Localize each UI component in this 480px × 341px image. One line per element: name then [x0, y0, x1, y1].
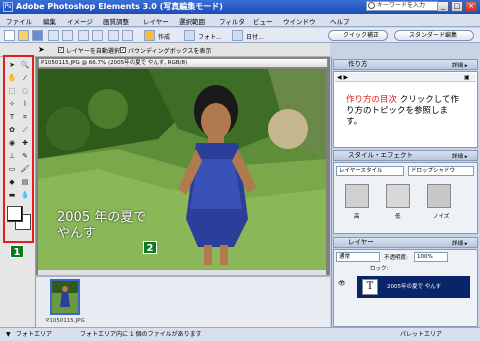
menu-filter[interactable]: フィルタ	[219, 16, 245, 26]
close-button[interactable]: ×	[465, 1, 477, 12]
thumbnail-filename: P1050115.JPG	[46, 318, 85, 324]
menu-window[interactable]: ウインドウ	[283, 16, 316, 26]
create-icon[interactable]	[144, 30, 155, 41]
effects-subcategory-select[interactable]: ドロップシャドウ	[408, 166, 474, 176]
lock-label: ロック:	[370, 266, 389, 272]
menu-help[interactable]: ヘルプ	[330, 16, 350, 26]
photo-label[interactable]: フォト...	[198, 32, 222, 41]
effect-label-noise: ノイズ	[433, 214, 450, 220]
toolbox-highlight	[3, 55, 34, 243]
back-arrow-icon[interactable]: ◀ ▶	[337, 74, 348, 81]
save-icon[interactable]	[32, 30, 43, 41]
bounding-box-checkbox[interactable]: ✓	[120, 47, 126, 53]
file-browser-icon[interactable]	[108, 30, 119, 41]
thumbnail-image	[52, 281, 78, 313]
photo-area-toggle[interactable]: フォトエリア	[16, 328, 52, 341]
photo-icon[interactable]	[184, 30, 195, 41]
caption-line-2: やんす	[57, 226, 96, 241]
search-icon	[368, 2, 375, 9]
eye-icon[interactable]: 👁	[338, 280, 346, 288]
create-label[interactable]: 作成	[158, 32, 170, 41]
status-bar: ▼ フォトエリア フォトエリア内に 1 個のファイルがあります パレットエリア	[0, 327, 480, 341]
photo-bin-thumbnail[interactable]	[50, 279, 80, 315]
organizer-icon[interactable]	[122, 30, 133, 41]
opacity-input[interactable]: 100%	[414, 252, 448, 262]
bounding-box-label: バウンディングボックスを表示	[128, 48, 212, 55]
menu-edit[interactable]: 編集	[43, 16, 56, 26]
opacity-label: 不透明度:	[384, 255, 408, 261]
palette-area-toggle[interactable]: パレットエリア	[400, 328, 442, 341]
menu-file[interactable]: ファイル	[6, 16, 32, 26]
effect-label-low: 低	[395, 214, 401, 220]
redo-icon[interactable]	[92, 30, 103, 41]
effect-thumb-low[interactable]	[386, 184, 410, 208]
help-search-input[interactable]: キーワードを入力	[366, 1, 438, 11]
quick-fix-button[interactable]: クイック補正	[328, 30, 388, 41]
menu-select[interactable]: 選択範囲	[179, 16, 205, 26]
undo-icon[interactable]	[78, 30, 89, 41]
standard-edit-button[interactable]: スタンダード編集	[394, 30, 474, 41]
layers-more-button[interactable]: 詳細 ▸	[452, 239, 468, 247]
collapse-arrow-icon[interactable]: ▼	[6, 328, 11, 341]
open-folder-icon[interactable]	[18, 30, 29, 41]
image-caption-text: 2005 年の夏で やんす	[57, 210, 146, 242]
callout-badge-2: 2	[143, 241, 157, 254]
callout-badge-1: 1	[10, 245, 24, 258]
howto-more-button[interactable]: 詳細 ▸	[452, 61, 468, 69]
howto-nav-bar	[335, 73, 476, 82]
layers-palette-title: レイヤー	[348, 238, 374, 246]
howto-instructions: 作り方の目次 クリックして作り方のトピックを参照します。	[346, 95, 464, 128]
howto-contents-link[interactable]: 作り方の目次	[346, 95, 397, 105]
new-file-icon[interactable]	[4, 30, 15, 41]
email-icon[interactable]	[62, 30, 73, 41]
app-icon: Ps	[3, 2, 13, 12]
move-tool-icon: ➤	[38, 45, 45, 54]
layer-name: 2005年の夏で やんす	[387, 284, 442, 290]
menu-image[interactable]: イメージ	[67, 16, 93, 26]
effects-palette-title: スタイル・エフェクト	[348, 151, 413, 159]
minimize-button[interactable]: _	[437, 1, 449, 12]
document-title: P1050115.JPG @ 66.7% (2005年の夏で やんす, RGB/…	[38, 58, 328, 68]
blend-mode-select[interactable]: 通常	[336, 252, 380, 262]
date-label[interactable]: 日付...	[246, 32, 264, 41]
effects-category-select[interactable]: レイヤースタイル	[336, 166, 404, 176]
auto-select-checkbox[interactable]: ✓	[58, 47, 64, 53]
auto-select-label: レイヤーを自動選択	[66, 48, 120, 55]
date-icon[interactable]	[232, 30, 243, 41]
window-title: Adobe Photoshop Elements 3.0 (写真編集モード)	[16, 2, 223, 11]
print-icon[interactable]	[48, 30, 59, 41]
menu-layer[interactable]: レイヤー	[143, 16, 169, 26]
print-icon[interactable]: ▣	[464, 74, 470, 81]
menu-bar: ファイル 編集 イメージ 画質調整 レイヤー 選択範囲 フィルタ ビュー ウイン…	[0, 14, 480, 27]
maximize-button[interactable]: □	[451, 1, 463, 12]
menu-view[interactable]: ビュー	[253, 16, 273, 26]
effect-thumb-high[interactable]	[345, 184, 369, 208]
caption-line-1: 2005 年の夏で	[57, 210, 147, 225]
menu-enhance[interactable]: 画質調整	[103, 16, 129, 26]
effect-thumb-noise[interactable]	[427, 184, 451, 208]
howto-palette-title: 作り方	[348, 60, 368, 68]
text-layer-icon: T	[362, 279, 378, 295]
photo-area-info: フォトエリア内に 1 個のファイルがあります	[80, 331, 202, 338]
effect-label-high: 高	[354, 214, 360, 220]
effects-more-button[interactable]: 詳細 ▸	[452, 152, 468, 160]
